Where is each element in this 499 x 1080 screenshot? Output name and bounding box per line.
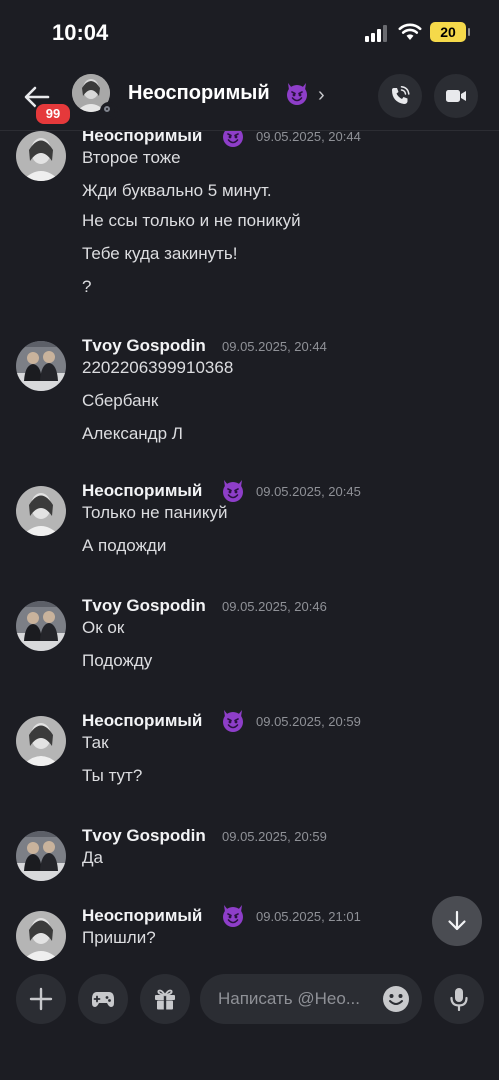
phone-call-icon bbox=[392, 86, 410, 104]
status-time: 10:04 bbox=[52, 20, 109, 45]
avatar[interactable] bbox=[16, 131, 66, 181]
smiling-devil-emoji bbox=[223, 131, 243, 147]
gift-button[interactable] bbox=[140, 974, 190, 1024]
message-author[interactable]: Неоспоримый bbox=[82, 906, 202, 926]
avatar[interactable] bbox=[16, 486, 66, 536]
unread-badge: 99 bbox=[34, 102, 72, 126]
message-text[interactable]: Только не паникуй bbox=[82, 503, 227, 523]
wifi-icon bbox=[398, 23, 422, 40]
message-text[interactable]: Тебе куда закинуть! bbox=[82, 244, 238, 264]
message-text[interactable]: Второе тоже bbox=[82, 148, 181, 168]
message-text[interactable]: Так bbox=[82, 733, 109, 753]
microphone-icon bbox=[450, 988, 468, 1011]
gamepad-icon bbox=[92, 992, 114, 1007]
message-text[interactable]: ? bbox=[82, 277, 91, 297]
message-composer: Написать @Нео... bbox=[0, 962, 499, 1080]
gift-icon bbox=[155, 989, 175, 1010]
video-call-button[interactable] bbox=[434, 74, 478, 118]
avatar[interactable] bbox=[16, 601, 66, 651]
avatar[interactable] bbox=[16, 831, 66, 881]
message-text[interactable]: Ты тут? bbox=[82, 766, 142, 786]
message-text[interactable]: Ок ок bbox=[82, 618, 124, 638]
attach-button[interactable] bbox=[16, 974, 66, 1024]
emoji-smile-icon[interactable] bbox=[382, 985, 410, 1013]
channel-header: 99 Неоспоримый › bbox=[0, 66, 499, 131]
message-text[interactable]: Не ссы только и не поникуй bbox=[82, 211, 301, 231]
message-text[interactable]: Сбербанк bbox=[82, 391, 158, 411]
message-timestamp: 09.05.2025, 20:44 bbox=[256, 131, 361, 144]
message-timestamp: 09.05.2025, 21:01 bbox=[256, 909, 361, 924]
avatar-image bbox=[16, 716, 66, 766]
avatar-image bbox=[16, 131, 66, 181]
avatar-image bbox=[16, 341, 66, 391]
message-timestamp: 09.05.2025, 20:46 bbox=[222, 599, 327, 614]
smiling-devil-emoji bbox=[223, 480, 243, 502]
video-camera-icon bbox=[446, 90, 466, 102]
message-text[interactable]: Жди буквально 5 минут. bbox=[82, 181, 272, 201]
avatar-image bbox=[16, 831, 66, 881]
message-text[interactable]: Да bbox=[82, 848, 103, 868]
plus-icon bbox=[29, 987, 53, 1011]
chevron-right-icon[interactable]: › bbox=[318, 84, 325, 107]
message-timestamp: 09.05.2025, 20:44 bbox=[222, 339, 327, 354]
smiling-devil-emoji bbox=[223, 905, 243, 927]
avatar[interactable] bbox=[16, 911, 66, 961]
smiling-devil-emoji bbox=[223, 710, 243, 732]
message-text[interactable]: А подожди bbox=[82, 536, 166, 556]
avatar-image bbox=[16, 486, 66, 536]
message-list[interactable]: Неоспоримый 09.05.2025, 20:44 Второе тоже Ж… bbox=[0, 131, 499, 961]
avatar-image bbox=[16, 601, 66, 651]
avatar[interactable] bbox=[16, 716, 66, 766]
message-author[interactable]: Tvoy Gospodin bbox=[82, 826, 206, 846]
signal-icon bbox=[365, 24, 389, 42]
status-bar: 10:04 20 bbox=[0, 0, 499, 66]
smiling-devil-emoji bbox=[287, 83, 307, 105]
offline-status-icon bbox=[100, 102, 118, 120]
avatar-image bbox=[16, 911, 66, 961]
voice-message-button[interactable] bbox=[434, 974, 484, 1024]
page-title[interactable]: Неоспоримый bbox=[128, 82, 270, 105]
activities-button[interactable] bbox=[78, 974, 128, 1024]
call-button[interactable] bbox=[378, 74, 422, 118]
message-input-placeholder: Написать @Нео... bbox=[218, 989, 360, 1008]
message-text[interactable]: Подожду bbox=[82, 651, 152, 671]
message-timestamp: 09.05.2025, 20:59 bbox=[256, 714, 361, 729]
battery-indicator: 20 bbox=[430, 22, 470, 42]
message-input[interactable]: Написать @Нео... bbox=[200, 974, 422, 1024]
arrow-down-icon bbox=[448, 910, 466, 931]
avatar[interactable] bbox=[16, 341, 66, 391]
message-author[interactable]: Неоспоримый bbox=[82, 131, 202, 146]
message-author[interactable]: Неоспоримый bbox=[82, 481, 202, 501]
message-text[interactable]: 2202206399910368 bbox=[82, 358, 233, 378]
jump-to-bottom-button[interactable] bbox=[432, 896, 482, 946]
message-text[interactable]: Пришли? bbox=[82, 928, 156, 948]
message-author[interactable]: Tvoy Gospodin bbox=[82, 336, 206, 356]
message-timestamp: 09.05.2025, 20:59 bbox=[222, 829, 327, 844]
message-timestamp: 09.05.2025, 20:45 bbox=[256, 484, 361, 499]
message-author[interactable]: Tvoy Gospodin bbox=[82, 596, 206, 616]
message-text[interactable]: Александр Л bbox=[82, 424, 183, 444]
message-author[interactable]: Неоспоримый bbox=[82, 711, 202, 731]
